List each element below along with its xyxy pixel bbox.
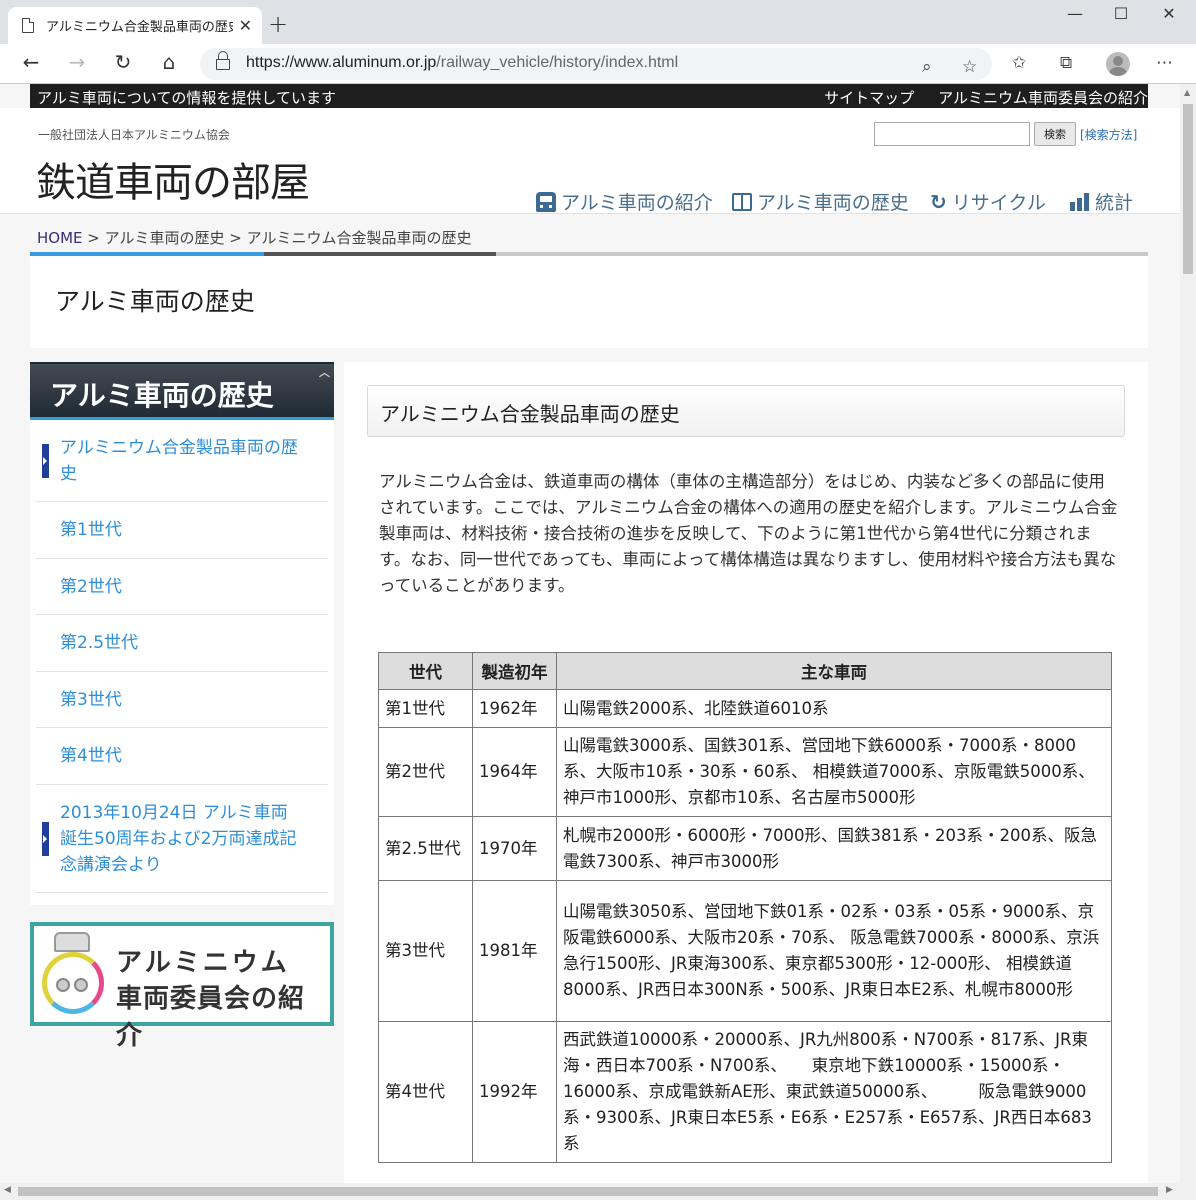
breadcrumb-home[interactable]: HOME: [37, 229, 83, 247]
sidebar-heading: アルミ車両の歴史 ︿: [30, 362, 334, 420]
window-close-icon[interactable]: ✕: [1146, 4, 1192, 23]
page-heading-area: アルミ車両の歴史: [30, 256, 1148, 348]
horizontal-scroll-thumb[interactable]: [18, 1187, 1158, 1196]
site-header: 一般社団法人日本アルミニウム協会 鉄道車両の部屋 検索 [検索方法] アルミ車両…: [0, 108, 1180, 214]
scroll-up-icon[interactable]: ▲: [1184, 88, 1190, 97]
table-row: 第1世代 1962年 山陽電鉄2000系、北陸鉄道6010系: [378, 689, 1112, 728]
sidebar-list: アルミニウム合金製品車両の歴史 第1世代 第2世代 第2.5世代 第3世代 第4…: [30, 420, 334, 905]
bar-chart-icon: [1070, 192, 1090, 211]
sidebar-item-gen2-5[interactable]: 第2.5世代: [36, 615, 328, 672]
back-arrow-icon[interactable]: ←: [16, 50, 46, 74]
collections-icon[interactable]: ⧉: [1060, 53, 1072, 73]
sidebar-item-gen4[interactable]: 第4世代: [36, 728, 328, 785]
tagline: アルミ車両についての情報を提供しています: [37, 89, 336, 107]
vertical-scrollbar[interactable]: ▲: [1180, 84, 1196, 1183]
browser-tab-bar: アルミニウム合金製品車両の歴史 | ア ✕ + — ☐ ✕: [0, 0, 1196, 44]
table-header-vehicles: 主な車両: [556, 652, 1112, 690]
nav-recycle[interactable]: ↻ リサイクル: [930, 188, 1046, 215]
nav-vehicle-history[interactable]: アルミ車両の歴史: [732, 188, 909, 215]
sidebar-item-gen3[interactable]: 第3世代: [36, 672, 328, 728]
table-header-year: 製造初年: [472, 652, 557, 690]
committee-link[interactable]: アルミニウム車両委員会の紹介: [938, 87, 1148, 108]
zoom-icon[interactable]: ⌕: [922, 57, 932, 77]
breadcrumb-current: アルミニウム合金製品車両の歴史: [246, 229, 472, 247]
home-icon[interactable]: ⌂: [154, 50, 184, 74]
sidebar-item-gen2[interactable]: 第2世代: [36, 559, 328, 615]
lock-icon: [216, 51, 230, 70]
search-input[interactable]: [874, 122, 1030, 146]
maximize-icon[interactable]: ☐: [1098, 4, 1144, 23]
minimize-icon[interactable]: —: [1052, 4, 1098, 23]
profile-avatar[interactable]: [1106, 52, 1130, 76]
forward-arrow-icon[interactable]: →: [62, 50, 92, 74]
nav-statistics[interactable]: 統計: [1070, 188, 1133, 215]
person-icon: [56, 978, 70, 992]
breadcrumb: HOME > アルミ車両の歴史 > アルミニウム合金製品車両の歴史: [37, 229, 472, 247]
table-row: 第3世代 1981年 山陽電鉄3050系、営団地下鉄01系・02系・03系・05…: [378, 880, 1112, 1022]
person-icon: [74, 978, 88, 992]
scroll-left-icon[interactable]: ◀: [4, 1185, 11, 1195]
intro-text: アルミニウム合金は、鉄道車両の構体（車体の主構造部分）をはじめ、内装など多くの部…: [379, 472, 1118, 595]
arrow-marker-icon: [42, 821, 49, 856]
favorite-star-icon[interactable]: ☆: [962, 57, 977, 77]
book-icon: [732, 192, 752, 211]
main-content: アルミニウム合金製品車両の歴史 アルミニウム合金は、鉄道車両の構体（車体の主構造…: [344, 362, 1148, 1183]
document-icon: [22, 18, 34, 33]
section-title: アルミニウム合金製品車両の歴史: [367, 385, 1125, 437]
web-page: アルミ車両についての情報を提供しています サイトマップ アルミニウム車両委員会の…: [0, 84, 1180, 1183]
organization-name: 一般社団法人日本アルミニウム協会: [38, 128, 230, 142]
sidebar-item-history[interactable]: アルミニウム合金製品車両の歴史: [36, 420, 328, 502]
nav-vehicle-intro[interactable]: アルミ車両の紹介: [536, 188, 713, 215]
train-icon: [536, 191, 556, 212]
search-button[interactable]: 検索: [1034, 122, 1076, 146]
vertical-scroll-thumb[interactable]: [1183, 104, 1193, 274]
tab-title: アルミニウム合金製品車両の歴史 | ア: [46, 20, 233, 35]
current-marker-icon: [42, 443, 49, 478]
page-title: アルミ車両の歴史: [55, 287, 255, 316]
new-tab-button[interactable]: +: [268, 10, 288, 38]
sitemap-link[interactable]: サイトマップ: [824, 87, 914, 108]
url-text: https://www.aluminum.or.jp/railway_vehic…: [246, 54, 679, 71]
sidebar-item-lecture[interactable]: 2013年10月24日 アルミ車両誕生50周年および2万両達成記念講演会より: [36, 785, 328, 893]
table-header-generation: 世代: [378, 652, 473, 690]
committee-logo-icon: [42, 952, 104, 1014]
sidebar-item-gen1[interactable]: 第1世代: [36, 502, 328, 559]
table-row: 第2.5世代 1970年 札幌市2000形・6000形・7000形、国鉄381系…: [378, 816, 1112, 881]
horizontal-scrollbar[interactable]: ◀ ▶: [0, 1183, 1196, 1200]
scroll-right-icon[interactable]: ▶: [1166, 1185, 1173, 1195]
train-illustration-icon: [54, 932, 90, 952]
close-tab-icon[interactable]: ✕: [239, 16, 252, 35]
address-bar: ← → ↻ ⌂ https://www.aluminum.or.jp/railw…: [0, 44, 1196, 84]
chevron-up-icon[interactable]: ︿: [319, 364, 330, 380]
favorites-icon[interactable]: ✩: [1012, 53, 1026, 73]
url-field[interactable]: https://www.aluminum.or.jp/railway_vehic…: [200, 48, 992, 80]
sidebar: アルミ車両の歴史 ︿ アルミニウム合金製品車両の歴史 第1世代 第2世代 第2.…: [30, 362, 334, 1051]
browser-tab[interactable]: アルミニウム合金製品車両の歴史 | ア ✕: [8, 7, 262, 44]
table-row: 第4世代 1992年 西武鉄道10000系・20000系、JR九州800系・N7…: [378, 1021, 1112, 1163]
reload-icon[interactable]: ↻: [108, 50, 138, 74]
generation-table: 世代 製造初年 主な車両 第1世代 1962年 山陽電鉄2000系、北陸鉄道60…: [378, 652, 1112, 1163]
search-help-link[interactable]: [検索方法]: [1080, 126, 1137, 143]
top-strip: アルミ車両についての情報を提供しています サイトマップ アルミニウム車両委員会の…: [30, 84, 1148, 108]
table-row: 第2世代 1964年 山陽電鉄3000系、国鉄301系、営団地下鉄6000系・7…: [378, 727, 1112, 817]
recycle-icon: ↻: [930, 189, 947, 214]
committee-banner[interactable]: アルミニウム 車両委員会の紹介: [30, 922, 334, 1051]
breadcrumb-history[interactable]: アルミ車両の歴史: [105, 229, 225, 247]
site-title[interactable]: 鉄道車両の部屋: [36, 150, 310, 208]
more-menu-icon[interactable]: ⋯: [1156, 53, 1173, 73]
